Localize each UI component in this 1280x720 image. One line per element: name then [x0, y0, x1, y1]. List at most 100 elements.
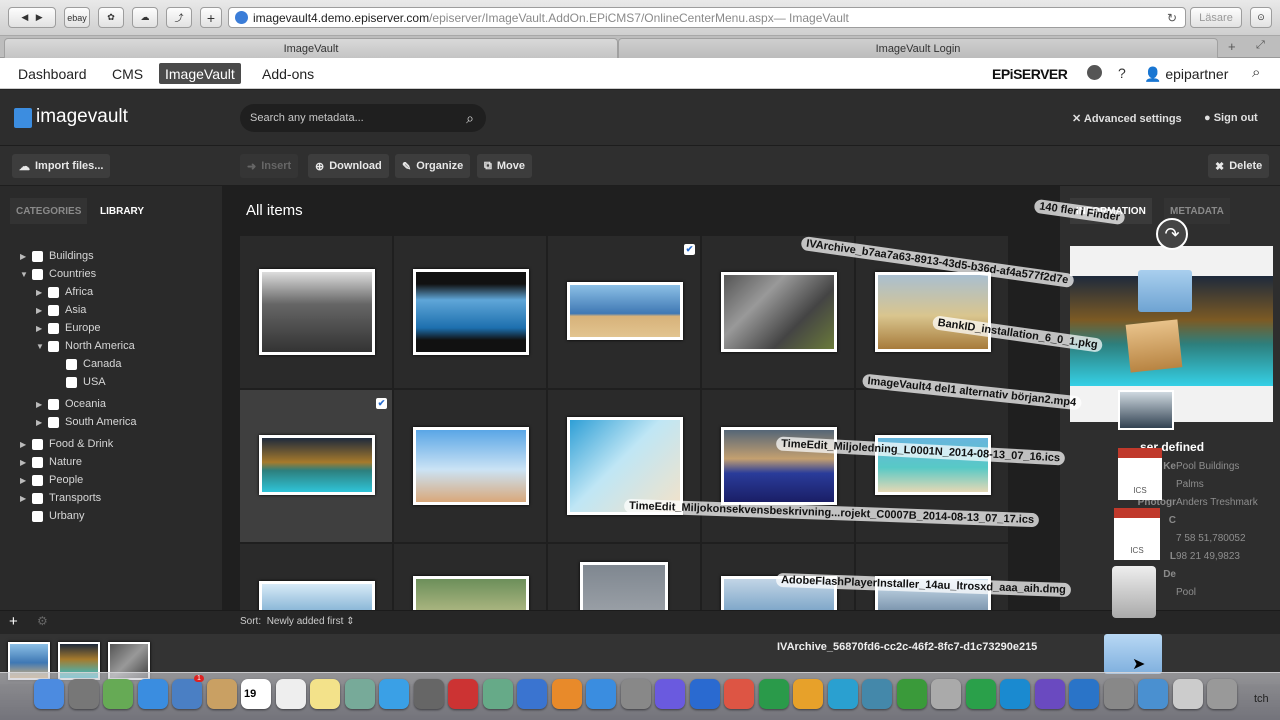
download-button[interactable]: ⊕ Download — [308, 154, 389, 178]
grid-item[interactable] — [394, 544, 546, 610]
grid-item[interactable] — [240, 236, 392, 388]
dock-app-icon[interactable] — [586, 679, 616, 709]
dock-app-icon[interactable] — [379, 679, 409, 709]
thumbnail[interactable] — [259, 269, 375, 355]
thumbnail[interactable] — [413, 576, 529, 610]
grid-item[interactable] — [702, 236, 854, 388]
dock-app-icon[interactable] — [689, 679, 720, 709]
dock-app-icon[interactable] — [206, 679, 237, 709]
grid-item-selected[interactable]: ✔ — [240, 390, 392, 542]
tree-node[interactable]: ▶ Transports — [20, 490, 101, 506]
grid-item[interactable] — [548, 390, 700, 542]
tree-node[interactable]: ▼ North America — [36, 338, 135, 354]
tree-node[interactable]: ▶ Food & Drink — [20, 436, 113, 452]
dock-app-icon[interactable] — [310, 679, 340, 709]
dock-app-icon[interactable] — [827, 679, 858, 709]
checkbox[interactable] — [32, 456, 43, 468]
nav-cms[interactable]: CMS — [106, 63, 149, 84]
dock-app-icon[interactable] — [1138, 679, 1168, 709]
tab-imagevault[interactable]: ImageVault — [4, 38, 618, 58]
dock-app-icon[interactable] — [931, 679, 961, 709]
thumbnail[interactable] — [259, 581, 375, 610]
organize-button[interactable]: ✎ Organize — [395, 154, 471, 178]
grid-item[interactable] — [548, 544, 700, 610]
caret-right-icon[interactable]: ▶ — [20, 458, 32, 467]
grid-item[interactable] — [394, 390, 546, 542]
caret-down-icon[interactable]: ▼ — [36, 342, 48, 351]
checkbox[interactable] — [48, 398, 59, 410]
dock-app-icon[interactable] — [103, 679, 133, 709]
caret-right-icon[interactable]: ▶ — [36, 400, 48, 409]
add-icon[interactable]: + — [9, 613, 18, 630]
tab-library[interactable]: LIBRARY — [94, 198, 150, 224]
move-button[interactable]: ⧉ Move — [477, 154, 532, 178]
tree-node[interactable]: ▶ Oceania — [36, 396, 106, 412]
share-button[interactable]: ⤴ — [166, 7, 192, 28]
reload-icon[interactable]: ↻ — [1167, 11, 1177, 25]
grid-item[interactable] — [394, 236, 546, 388]
dock-app-icon[interactable] — [275, 679, 306, 709]
checkbox[interactable] — [32, 250, 43, 262]
thumbnail[interactable] — [259, 435, 375, 495]
thumbnail[interactable] — [413, 427, 529, 505]
back-forward-buttons[interactable]: ◀ ▶ — [8, 7, 56, 28]
dock-app-icon[interactable] — [1034, 679, 1065, 709]
advanced-settings-link[interactable]: ✕ Advanced settings — [1072, 112, 1182, 125]
thumbnail[interactable] — [721, 272, 837, 352]
dock-app-icon[interactable] — [1069, 679, 1099, 709]
caret-right-icon[interactable]: ▶ — [20, 440, 32, 449]
download-button[interactable]: ⊙ — [1250, 7, 1272, 28]
checkbox[interactable] — [48, 322, 59, 334]
sort-control[interactable]: Sort: Newly added first ⇕ — [240, 616, 355, 627]
dock-app-icon[interactable] — [482, 679, 513, 709]
checkbox[interactable] — [48, 340, 59, 352]
help-icon[interactable]: ? — [1118, 65, 1126, 81]
nav-dashboard[interactable]: Dashboard — [12, 63, 93, 84]
delete-button[interactable]: ✖ Delete — [1208, 154, 1270, 178]
caret-down-icon[interactable]: ▼ — [20, 270, 32, 279]
checkbox-checked[interactable]: ✔ — [376, 398, 387, 409]
thumbnail[interactable] — [875, 272, 991, 352]
dock-app-icon[interactable] — [137, 679, 168, 709]
checkbox[interactable] — [48, 286, 59, 298]
dock-app-icon[interactable] — [448, 679, 478, 709]
checkbox[interactable] — [66, 358, 77, 370]
dock-app-icon[interactable] — [896, 679, 927, 709]
search-icon[interactable]: ⌕ — [1252, 64, 1260, 81]
ebay-bookmark-button[interactable]: ebay — [64, 7, 90, 28]
globe-icon[interactable] — [1087, 65, 1102, 80]
dock-app-icon[interactable] — [965, 679, 996, 709]
tab-overview-icon[interactable]: ⤢ — [1256, 39, 1265, 52]
dock-app-icon[interactable] — [517, 679, 547, 709]
tab-imagevault-login[interactable]: ImageVault Login — [618, 38, 1218, 58]
dock-app-icon[interactable] — [655, 679, 685, 709]
tree-node[interactable]: ▶ South America — [36, 414, 137, 430]
caret-right-icon[interactable]: ▶ — [36, 288, 48, 297]
new-tab-button[interactable]: + — [200, 7, 222, 28]
grid-item[interactable]: ✔ — [548, 236, 700, 388]
caret-right-icon[interactable]: ▶ — [20, 494, 32, 503]
reading-list-button[interactable]: ✿ — [98, 7, 124, 28]
dock-app-icon[interactable] — [620, 679, 651, 709]
caret-right-icon[interactable]: ▶ — [20, 252, 32, 261]
checkbox-checked[interactable]: ✔ — [684, 244, 695, 255]
reader-button[interactable]: Läsare — [1190, 7, 1242, 28]
nav-add-ons[interactable]: Add-ons — [256, 63, 320, 84]
checkbox[interactable] — [48, 304, 59, 316]
insert-button[interactable]: ➜ Insert — [240, 154, 299, 178]
tree-node[interactable]: Urbany — [20, 508, 84, 524]
dock-app-icon[interactable] — [172, 679, 202, 709]
tree-node[interactable]: ▶ Buildings — [20, 248, 94, 264]
sign-out-link[interactable]: ● Sign out — [1204, 112, 1258, 124]
dock-app-icon[interactable] — [34, 679, 64, 709]
grid-item[interactable] — [240, 544, 392, 610]
caret-right-icon[interactable]: ▶ — [36, 418, 48, 427]
thumbnail[interactable] — [567, 282, 683, 340]
tree-node[interactable]: ▶ Nature — [20, 454, 82, 470]
tab-categories[interactable]: CATEGORIES — [10, 198, 88, 224]
address-bar[interactable]: imagevault4.demo.episerver.com/episerver… — [228, 7, 1186, 28]
dock-app-icon[interactable] — [1207, 679, 1237, 709]
search-icon[interactable]: ⌕ — [466, 110, 474, 127]
checkbox[interactable] — [32, 474, 43, 486]
dock-app-icon[interactable] — [68, 679, 99, 709]
